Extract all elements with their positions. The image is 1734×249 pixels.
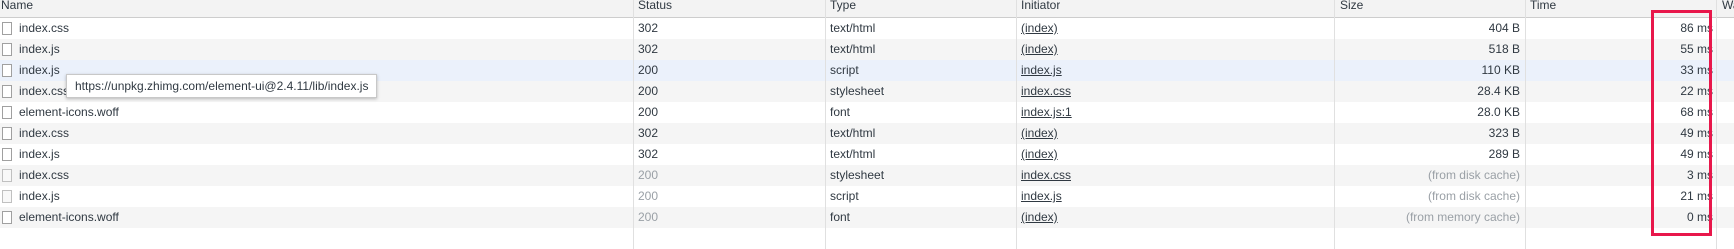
request-type: text/html — [830, 21, 876, 35]
document-icon — [2, 22, 12, 35]
request-size: 110 KB — [1481, 63, 1520, 77]
request-type: text/html — [830, 147, 876, 161]
request-size: 28.4 KB — [1477, 84, 1520, 98]
request-size: (from disk cache) — [1427, 168, 1520, 182]
document-icon — [2, 148, 12, 161]
request-type: text/html — [830, 42, 876, 56]
request-initiator-link[interactable]: (index) — [1021, 39, 1058, 60]
table-row[interactable]: index.js 302 text/html (index) 518 B 55 … — [0, 39, 1734, 60]
column-divider[interactable] — [1016, 0, 1017, 249]
request-name[interactable]: index.js — [19, 39, 60, 60]
table-row[interactable]: index.css 302 text/html (index) 323 B 49… — [0, 123, 1734, 144]
request-type: font — [830, 210, 851, 224]
request-size: 289 B — [1488, 147, 1520, 161]
request-name[interactable]: index.js — [19, 186, 60, 207]
request-status: 302 — [638, 147, 659, 161]
column-divider[interactable] — [1525, 0, 1526, 249]
table-row[interactable]: index.js 302 text/html (index) 289 B 49 … — [0, 144, 1734, 165]
request-initiator-link[interactable]: index.css — [1021, 165, 1071, 186]
network-requests-table: Name Status Type Initiator Size Time Wa … — [0, 0, 1734, 249]
table-row[interactable]: index.css 200 stylesheet index.css (from… — [0, 165, 1734, 186]
request-initiator-link[interactable]: (index) — [1021, 207, 1058, 228]
document-icon — [2, 85, 12, 98]
document-icon — [2, 64, 12, 77]
time-column-highlight-box — [1651, 10, 1712, 236]
column-divider[interactable] — [1334, 0, 1335, 249]
document-icon — [2, 169, 12, 182]
table-row[interactable]: element-icons.woff 200 font index.js:1 2… — [0, 102, 1734, 123]
request-size: 404 B — [1488, 21, 1520, 35]
table-row[interactable]: index.js 200 script index.js (from disk … — [0, 186, 1734, 207]
request-name[interactable]: element-icons.woff — [19, 102, 119, 123]
request-status: 302 — [638, 21, 659, 35]
column-header-time[interactable]: Time — [1530, 0, 1556, 17]
column-divider[interactable] — [633, 0, 634, 249]
request-name[interactable]: index.js — [19, 144, 60, 165]
request-status: 200 — [638, 210, 659, 224]
document-icon — [2, 127, 12, 140]
request-name[interactable]: element-icons.woff — [19, 207, 119, 228]
column-divider[interactable] — [825, 0, 826, 249]
request-initiator-link[interactable]: index.js:1 — [1021, 102, 1072, 123]
column-divider[interactable] — [1716, 0, 1717, 249]
request-initiator-link[interactable]: (index) — [1021, 18, 1058, 39]
request-status: 200 — [638, 168, 659, 182]
request-status: 200 — [638, 189, 659, 203]
request-type: text/html — [830, 126, 876, 140]
document-icon — [2, 106, 12, 119]
request-initiator-link[interactable]: (index) — [1021, 144, 1058, 165]
column-header-type[interactable]: Type — [830, 0, 856, 17]
request-status: 302 — [638, 42, 659, 56]
request-name[interactable]: index.css — [19, 18, 69, 39]
request-name[interactable]: index.css — [19, 165, 69, 186]
url-tooltip: https://unpkg.zhimg.com/element-ui@2.4.1… — [66, 74, 378, 98]
request-type: stylesheet — [830, 168, 885, 182]
request-name[interactable]: index.css — [19, 81, 69, 102]
request-status: 200 — [638, 84, 659, 98]
request-size: (from memory cache) — [1405, 210, 1520, 224]
request-size: (from disk cache) — [1427, 189, 1520, 203]
request-initiator-link[interactable]: index.js — [1021, 186, 1062, 207]
column-header-status[interactable]: Status — [638, 0, 672, 17]
request-size: 28.0 KB — [1477, 105, 1520, 119]
column-header-size[interactable]: Size — [1340, 0, 1363, 17]
table-header: Name Status Type Initiator Size Time Wa — [0, 0, 1734, 18]
request-size: 323 B — [1488, 126, 1520, 140]
table-row[interactable]: index.css 302 text/html (index) 404 B 86… — [0, 18, 1734, 39]
column-header-waterfall[interactable]: Wa — [1722, 0, 1734, 17]
request-initiator-link[interactable]: index.css — [1021, 81, 1071, 102]
document-icon — [2, 211, 12, 224]
request-initiator-link[interactable]: index.js — [1021, 60, 1062, 81]
request-size: 518 B — [1488, 42, 1520, 56]
column-header-initiator[interactable]: Initiator — [1021, 0, 1060, 17]
request-type: stylesheet — [830, 84, 885, 98]
request-status: 200 — [638, 105, 659, 119]
request-status: 302 — [638, 126, 659, 140]
request-type: script — [830, 63, 859, 77]
request-status: 200 — [638, 63, 659, 77]
document-icon — [2, 43, 12, 56]
request-name[interactable]: index.js — [19, 60, 60, 81]
request-type: script — [830, 189, 859, 203]
column-header-name[interactable]: Name — [1, 0, 33, 17]
request-initiator-link[interactable]: (index) — [1021, 123, 1058, 144]
request-type: font — [830, 105, 851, 119]
table-row[interactable]: element-icons.woff 200 font (index) (fro… — [0, 207, 1734, 228]
document-icon — [2, 190, 12, 203]
request-name[interactable]: index.css — [19, 123, 69, 144]
